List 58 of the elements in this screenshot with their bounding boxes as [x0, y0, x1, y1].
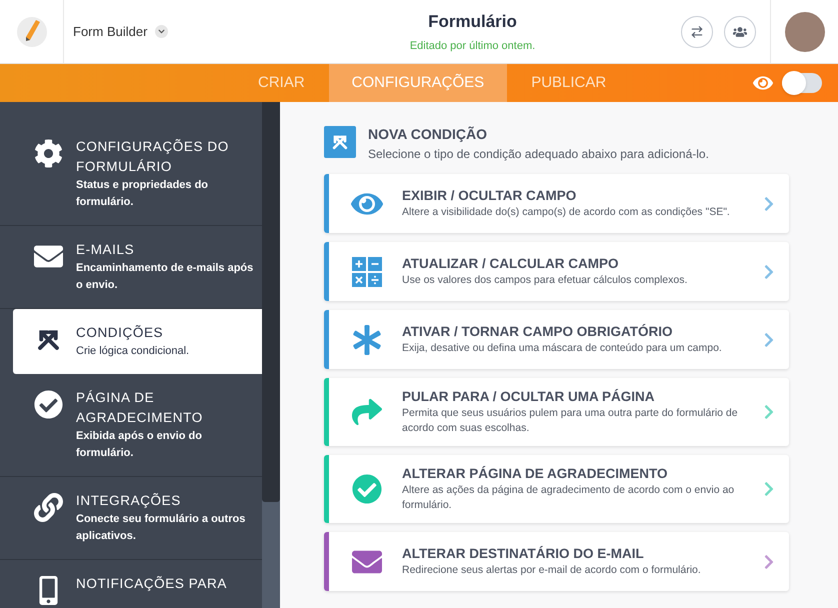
last-edited-text: Editado por último ontem.: [410, 38, 536, 54]
sidebar-item-title: NOTIFICAÇÕES PARA: [76, 575, 227, 593]
condition-card[interactable]: ALTERAR DESTINATÁRIO DO E-MAIL Redirecione seus alertas por e-mail de acordo com o formulário.: [324, 532, 789, 591]
condition-title: ALTERAR PÁGINA DE AGRADECIMENTO: [402, 465, 669, 483]
chevron-right-icon[interactable]: [763, 196, 775, 212]
swap-arrows-icon: [690, 24, 704, 38]
condition-title: ALTERAR DESTINATÁRIO DO E-MAIL: [402, 545, 645, 563]
sidebar-item[interactable]: INTEGRAÇÕES Conecte seu formulário a outros aplicativos.: [0, 477, 262, 560]
dropdown-button[interactable]: [155, 25, 168, 38]
condition-description: Exija, desative ou defina uma máscara de conteúdo para um campo.: [402, 341, 723, 356]
condition-title: PULAR PARA / OCULTAR UMA PÁGINA: [402, 388, 656, 406]
sidebar-item-description: Crie lógica condicional.: [76, 344, 190, 359]
chevron-right-icon[interactable]: [763, 481, 775, 497]
chevron-right-icon[interactable]: [763, 404, 775, 420]
condition-description: Altere as ações da página de agradecimento de acordo com o envio ao formulário.: [402, 483, 736, 513]
calculator-icon: [352, 256, 382, 286]
sidebar-item-title: CONDIÇÕES: [76, 324, 164, 342]
preview-toggle[interactable]: [782, 73, 822, 93]
chevron-right-icon[interactable]: [763, 332, 775, 348]
pencil-logo-icon[interactable]: [16, 16, 48, 48]
swap-button[interactable]: [681, 16, 713, 48]
sidebar-item-description: Encaminhamento de e-mails após o envio.: [76, 261, 254, 293]
asterisk-icon: [352, 324, 382, 354]
sidebar-item[interactable]: E-MAILS Encaminhamento de e-mails após o envio.: [0, 226, 262, 309]
condition-card[interactable]: EXIBIR / OCULTAR CAMPO Altere a visibilidade do(s) campo(s) de acordo com as condições "SE".: [324, 174, 789, 233]
condition-title: ATUALIZAR / CALCULAR CAMPO: [402, 255, 620, 273]
section-heading: NOVA CONDIÇÃO: [368, 125, 488, 144]
condition-card[interactable]: ATUALIZAR / CALCULAR CAMPO Use os valores dos campos para efetuar cálculos complexos.: [324, 242, 789, 301]
chevron-right-icon[interactable]: [763, 264, 775, 280]
condition-title: EXIBIR / OCULTAR CAMPO: [402, 187, 578, 205]
sidebar-item[interactable]: CONDIÇÕES Crie lógica condicional.: [13, 309, 262, 374]
link-icon: [34, 493, 63, 522]
gear-icon: [34, 139, 63, 168]
sidebar-item-description: Conecte seu formulário a outros aplicativos.: [76, 512, 246, 544]
app-name: Form Builder: [73, 22, 148, 41]
sidebar-item-description: Exibida após o envio do formulário.: [76, 429, 203, 461]
condition-description: Redirecione seus alertas por e-mail de acordo com o formulário.: [402, 563, 702, 578]
condition-description: Permita que seus usuários pulem para uma outra parte do formulário de acordo com suas escolhas.: [402, 406, 739, 436]
form-title: Formulário: [428, 11, 517, 33]
condition-title: ATIVAR / TORNAR CAMPO OBRIGATÓRIO: [402, 323, 674, 341]
condition-description: Altere a visibilidade do(s) campo(s) de acordo com as condições "SE".: [402, 205, 731, 220]
users-button[interactable]: [724, 16, 756, 48]
sidebar-item-title: CONFIGURAÇÕES DO FORMULÁRIO: [76, 138, 230, 176]
sidebar-item-description: Status e propriedades do formulário.: [76, 178, 210, 210]
avatar[interactable]: [784, 12, 824, 52]
users-icon: [733, 24, 747, 38]
chevron-right-icon[interactable]: [763, 554, 775, 570]
scrollbar-thumb[interactable]: [262, 102, 280, 502]
condition-card[interactable]: PULAR PARA / OCULTAR UMA PÁGINA Permita que seus usuários pulem para uma outra parte do formulário de acordo com suas escolhas.: [324, 378, 789, 446]
condition-description: Use os valores dos campos para efetuar cálculos complexos.: [402, 273, 688, 288]
sidebar-item-title: E-MAILS: [76, 241, 136, 259]
condition-card[interactable]: ALTERAR PÁGINA DE AGRADECIMENTO Altere as ações da página de agradecimento de acordo com o envio ao formulário.: [324, 455, 789, 523]
caret-icon: [158, 28, 166, 35]
condition-card[interactable]: ATIVAR / TORNAR CAMPO OBRIGATÓRIO Exija, desative ou defina uma máscara de conteúdo para um campo.: [324, 310, 789, 369]
sidebar-item-title: INTEGRAÇÕES: [76, 492, 182, 510]
section-subheading: Selecione o tipo de condição adequado abaixo para adicioná-lo.: [368, 146, 709, 163]
sidebar-item-title: PÁGINA DE AGRADECIMENTO: [76, 389, 204, 427]
curved-arrow-icon: [352, 397, 382, 427]
